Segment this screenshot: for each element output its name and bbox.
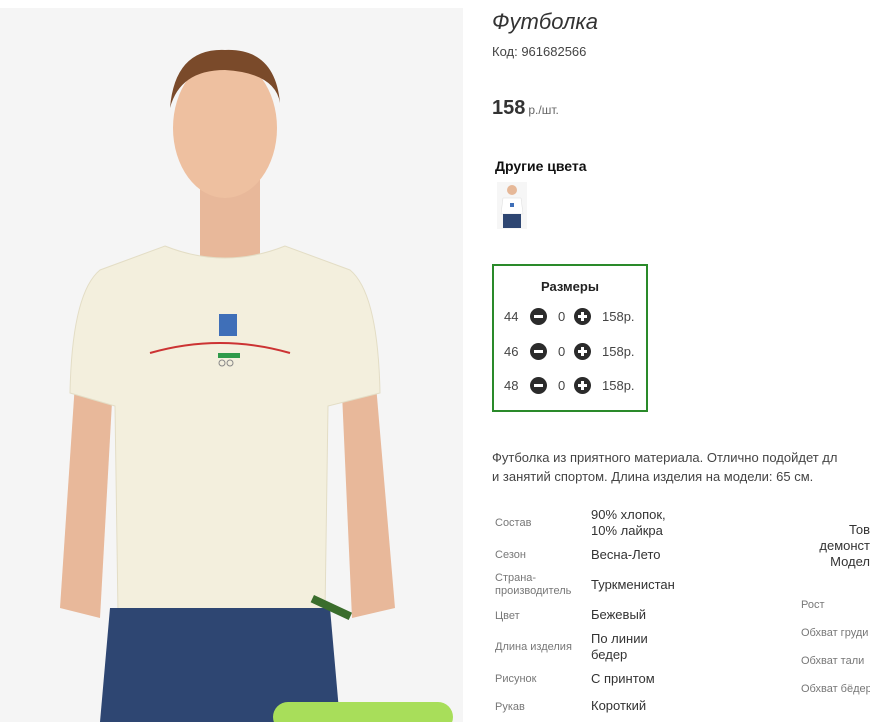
description-line: и занятий спортом. Длина изделия на моде… [492,469,814,484]
decrease-quantity-button[interactable] [530,308,547,325]
model-heading-line: Тов [848,522,870,537]
quantity-value: 0 [558,309,566,324]
model-info-heading: Тов демонст Модел [800,522,870,570]
spec-value-line: бедер [591,647,628,662]
product-code: Код: 961682566 [492,44,587,59]
spec-value-country: Туркменистан [591,577,675,592]
spec-label-print: Рисунок [495,673,537,685]
spec-label-color: Цвет [495,610,520,622]
size-price: 158р. [602,378,635,393]
decrease-quantity-button[interactable] [530,377,547,394]
spec-value-season: Весна-Лето [591,547,661,562]
spec-value-print: С принтом [591,671,655,686]
size-row: 44 0 158р. [504,307,644,327]
size-number: 48 [504,378,519,393]
product-price: 158 р./шт. [492,97,559,120]
increase-quantity-button[interactable] [574,343,591,360]
spec-label-country: Страна-производитель [495,572,572,597]
model-heading-line: демонст [819,538,870,553]
size-row: 48 0 158р. [504,376,644,396]
quantity-value: 0 [558,378,566,393]
model-height-label: Рост [801,599,825,611]
product-title: Футболка [492,9,598,34]
model-waist-label: Обхват тали [801,655,865,667]
spec-value-line: По линии [591,631,648,646]
description-line: Футболка из приятного материала. Отлично… [492,450,838,465]
increase-quantity-button[interactable] [574,308,591,325]
add-to-cart-button[interactable] [273,702,453,722]
size-price: 158р. [602,344,635,359]
model-heading-line: Модел [830,554,870,569]
size-row: 46 0 158р. [504,342,644,362]
model-chest-label: Обхват груди [801,627,869,639]
increase-quantity-button[interactable] [574,377,591,394]
spec-label-composition: Состав [495,517,532,529]
model-hips-label: Обхват бёдер [801,683,870,695]
size-number: 44 [504,309,519,324]
spec-value-composition: 90% хлопок, 10% лайкра [591,507,666,539]
quantity-value: 0 [558,344,566,359]
size-price: 158р. [602,309,635,324]
sizes-panel: Размеры 44 0 158р. 46 0 158р. 48 0 158р. [492,264,648,412]
other-colors-heading: Другие цвета [495,158,587,174]
price-unit: р./шт. [528,103,559,117]
spec-value-sleeve: Короткий [591,698,647,713]
spec-value-length: По линии бедер [591,631,648,663]
product-photo [0,8,463,722]
spec-label-length: Длина изделия [495,641,572,653]
sizes-heading: Размеры [541,279,599,294]
product-description: Футболка из приятного материала. Отлично… [492,448,870,486]
spec-value-line: 10% лайкра [591,523,663,538]
color-variant-thumbnail[interactable] [497,182,527,229]
size-number: 46 [504,344,519,359]
spec-label-sleeve: Рукав [495,701,525,713]
spec-value-color: Бежевый [591,607,647,622]
spec-value-line: 90% хлопок, [591,507,666,522]
price-value: 158 [492,97,526,119]
decrease-quantity-button[interactable] [530,343,547,360]
spec-label-season: Сезон [495,549,526,561]
